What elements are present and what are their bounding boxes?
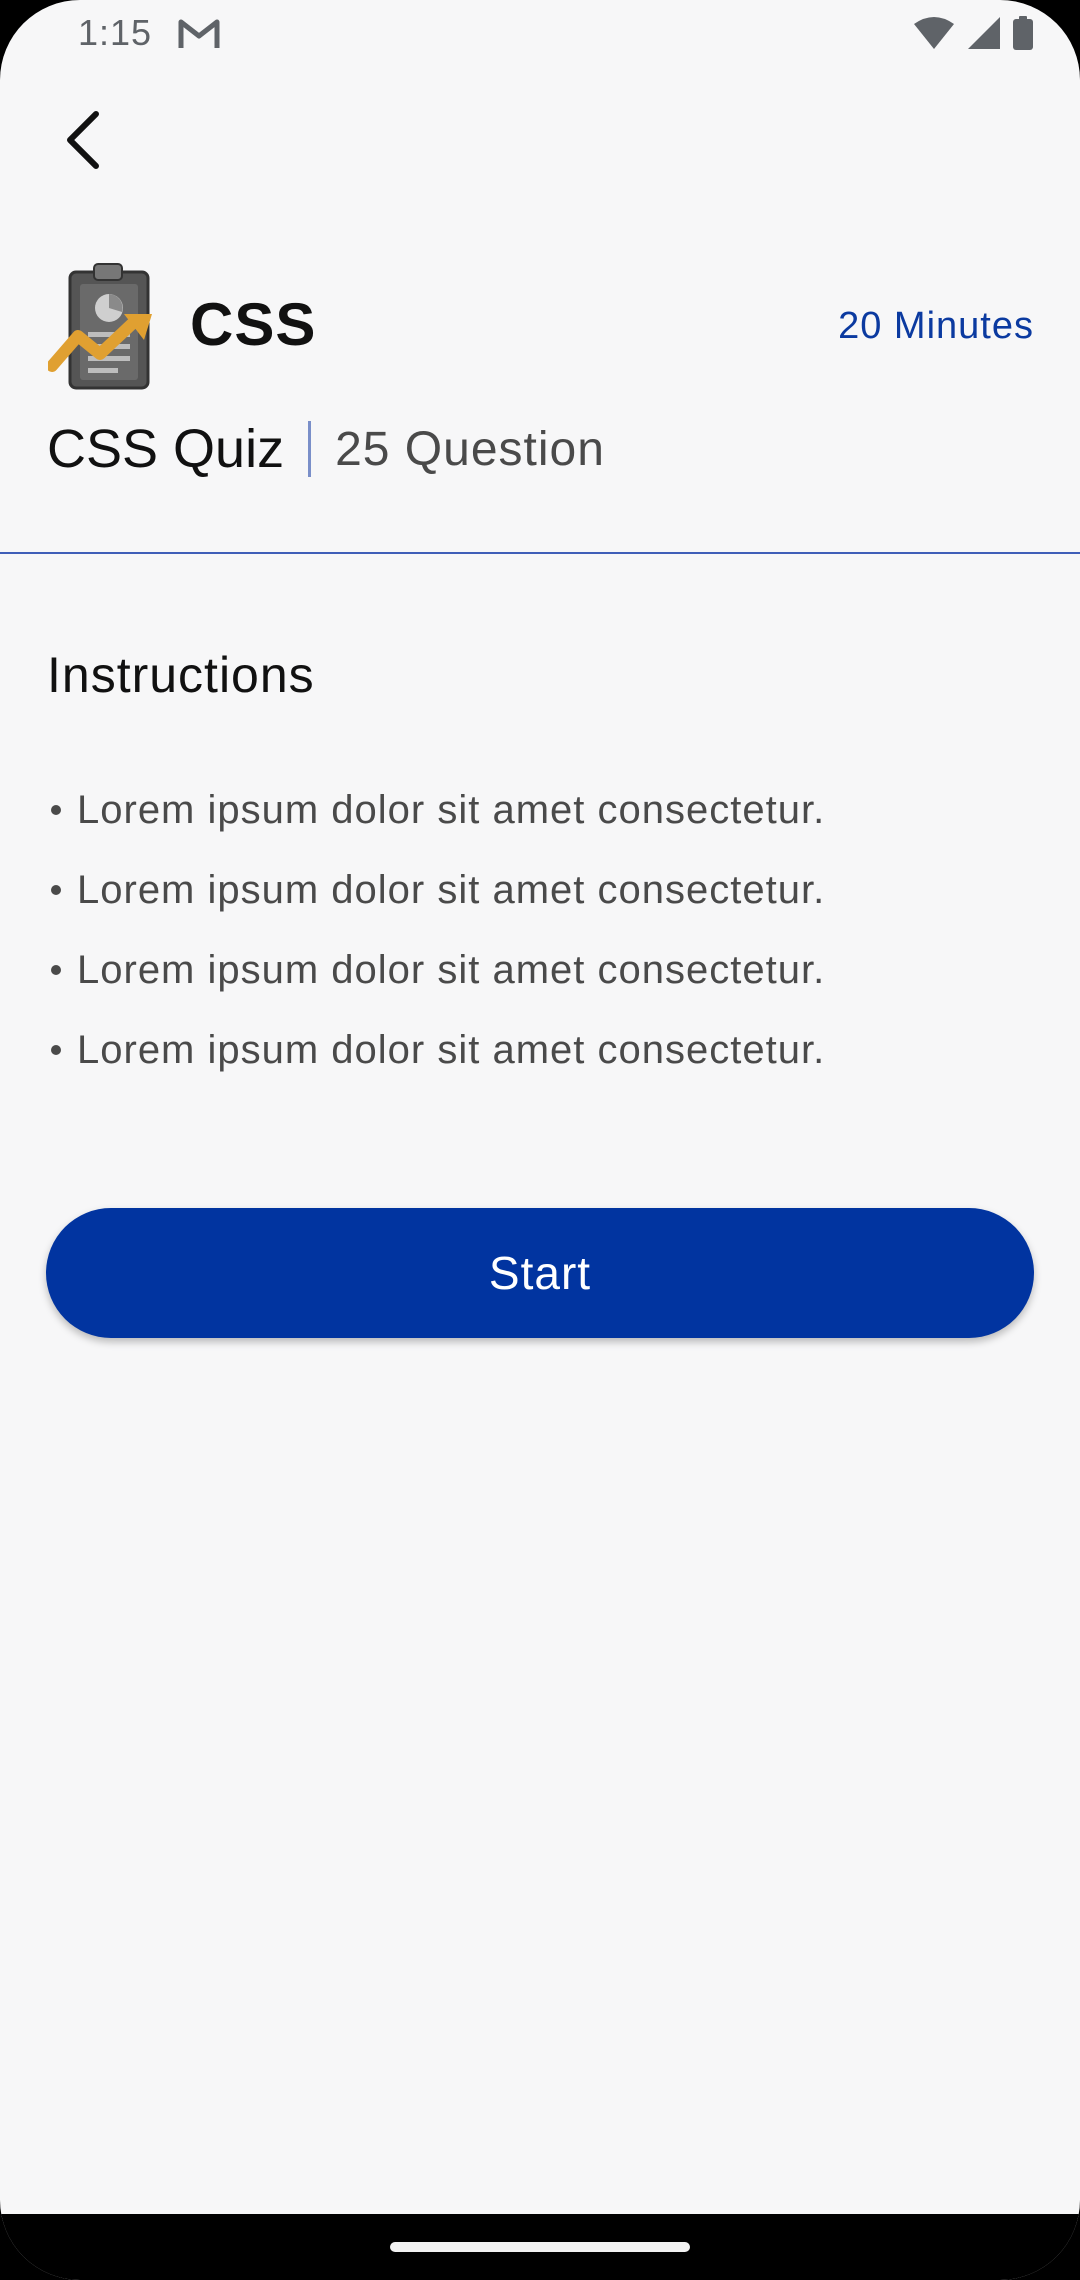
back-arrow-icon: [67, 111, 99, 169]
back-button[interactable]: [44, 100, 124, 180]
quiz-duration: 20 Minutes: [838, 305, 1034, 347]
status-icons: [912, 16, 1034, 50]
instruction-item: Lorem ipsum dolor sit amet consectetur.: [47, 850, 825, 930]
bullet-icon: [51, 885, 61, 895]
screen: 1:15 CSS 20 Minutes CSS Quiz 25 Question…: [0, 0, 1080, 2280]
quiz-info-separator: [308, 421, 312, 477]
instruction-text: Lorem ipsum dolor sit amet consectetur.: [77, 787, 826, 832]
bullet-icon: [51, 805, 61, 815]
signal-icon: [968, 17, 1000, 49]
instructions-title: Instructions: [47, 647, 315, 703]
header-divider: [0, 552, 1080, 554]
gmail-icon: [178, 19, 220, 48]
instructions-list: Lorem ipsum dolor sit amet consectetur. …: [47, 770, 825, 1090]
home-gesture-handle[interactable]: [390, 2242, 690, 2252]
quiz-info-row: CSS Quiz 25 Question: [47, 418, 605, 480]
quiz-name: CSS Quiz: [47, 419, 285, 479]
status-time: 1:15: [78, 12, 153, 53]
start-button[interactable]: Start: [46, 1208, 1034, 1338]
instruction-item: Lorem ipsum dolor sit amet consectetur.: [47, 1010, 825, 1090]
battery-icon: [1013, 16, 1033, 50]
instruction-text: Lorem ipsum dolor sit amet consectetur.: [77, 947, 826, 992]
quiz-report-icon: [48, 263, 152, 390]
wifi-icon: [914, 17, 954, 49]
question-count: 25 Question: [335, 422, 605, 476]
instruction-text: Lorem ipsum dolor sit amet consectetur.: [77, 867, 826, 912]
instruction-item: Lorem ipsum dolor sit amet consectetur.: [47, 770, 825, 850]
bullet-icon: [51, 1045, 61, 1055]
instruction-text: Lorem ipsum dolor sit amet consectetur.: [77, 1027, 826, 1072]
instruction-item: Lorem ipsum dolor sit amet consectetur.: [47, 930, 825, 1010]
bullet-icon: [51, 965, 61, 975]
start-button-label: Start: [488, 1247, 592, 1299]
subject-title: CSS: [190, 291, 317, 358]
